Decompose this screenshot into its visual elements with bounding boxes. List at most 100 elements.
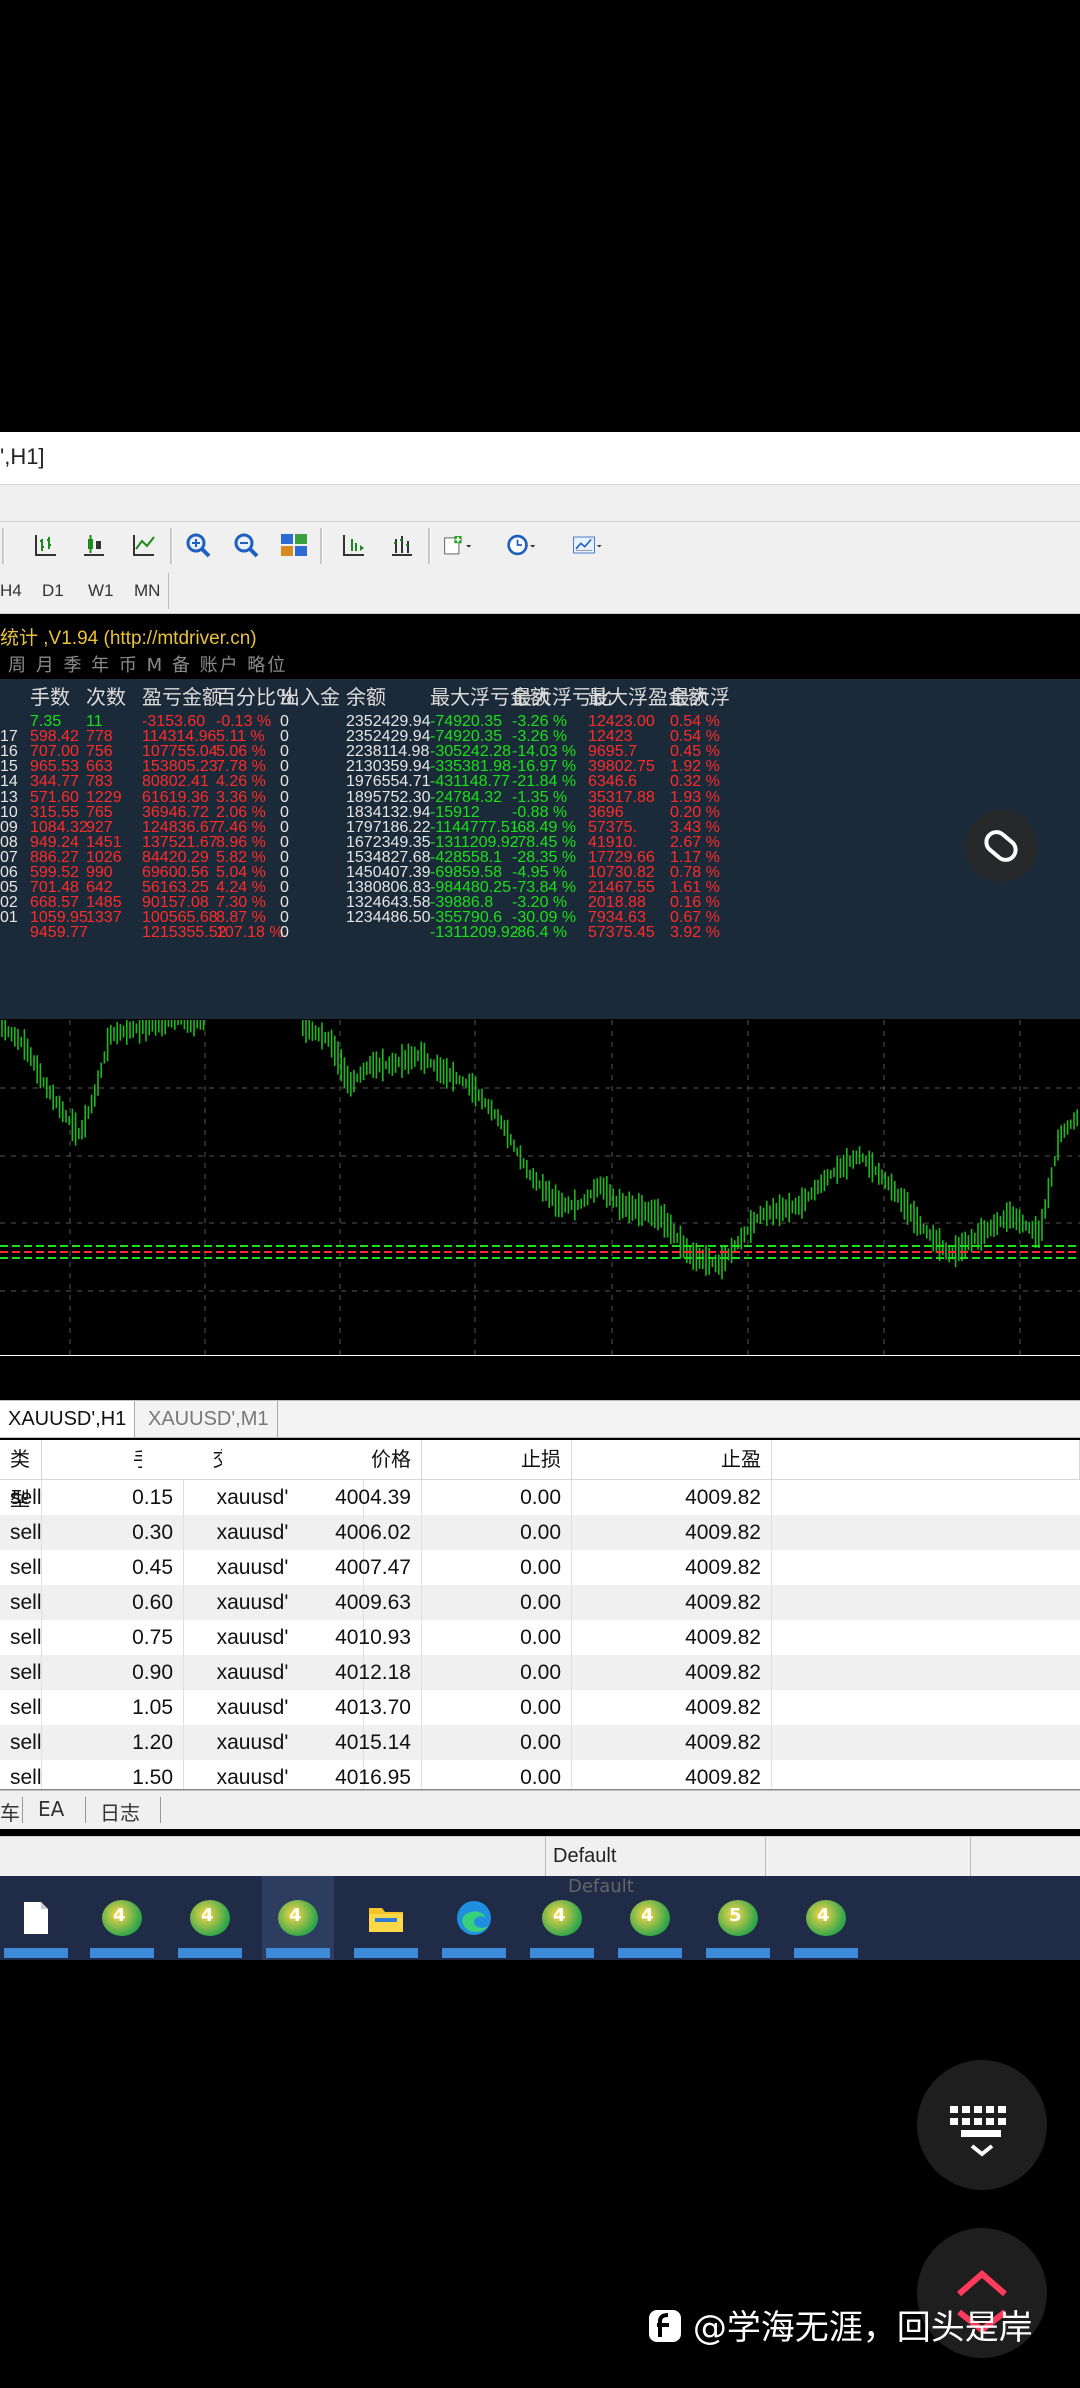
timeframe-separator — [168, 573, 169, 609]
taskbar-mt4-1[interactable]: 4 — [86, 1876, 158, 1960]
orders-header[interactable]: 止损 — [422, 1440, 572, 1480]
timeframe-w1[interactable]: W1 — [88, 581, 114, 601]
stats-cell: 57375.45 — [588, 924, 655, 942]
order-price: 4009.63 — [222, 1585, 422, 1620]
stats-cell: 1215355.52 — [142, 924, 227, 942]
timeframe-mn[interactable]: MN — [134, 581, 160, 601]
indicators-icon[interactable] — [442, 530, 474, 560]
taskbar-indicator — [90, 1948, 154, 1958]
taskbar-mt4-6[interactable]: 4 — [790, 1876, 862, 1960]
mt5-icon: 5 — [718, 1900, 758, 1936]
mt4-icon: 4 — [190, 1900, 230, 1936]
taskbar-explorer[interactable] — [350, 1876, 422, 1960]
toutiao-logo-icon — [649, 2310, 681, 2342]
stats-header: 出入金 — [280, 685, 340, 709]
tab-xauusd-m1[interactable]: XAUUSD',M1 — [140, 1401, 278, 1437]
stats-header: 最大浮 — [670, 685, 730, 709]
taskbar-indicator — [178, 1948, 242, 1958]
taskbar-mt5[interactable]: 5 — [702, 1876, 774, 1960]
order-type: sell — [0, 1760, 42, 1790]
toolbar-separator — [320, 528, 323, 564]
bar-chart-icon[interactable] — [30, 530, 62, 560]
floating-link-button[interactable] — [965, 810, 1037, 882]
order-take-profit: 4009.82 — [572, 1655, 772, 1690]
order-type: sell — [0, 1480, 42, 1515]
order-type: sell — [0, 1585, 42, 1620]
price-chart[interactable]: 统计 ,V1.94 (http://mtdriver.cn) 周 月 季 年 币… — [0, 615, 1080, 1372]
table-row[interactable]: sell 0.75 xauusd' 4010.93 0.00 4009.82 — [0, 1620, 1080, 1655]
stats-cell: 01 — [0, 909, 18, 927]
taskbar-file[interactable] — [0, 1876, 72, 1960]
order-stop-loss: 0.00 — [422, 1550, 572, 1585]
table-row[interactable]: sell 0.30 xauusd' 4006.02 0.00 4009.82 — [0, 1515, 1080, 1550]
folder-icon — [369, 1908, 403, 1932]
stats-cell: 3.92 % — [670, 924, 720, 942]
chart-toolbar — [0, 521, 1080, 571]
order-price: 4012.18 — [222, 1655, 422, 1690]
candlestick-icon[interactable] — [78, 530, 110, 560]
order-price: 4016.95 — [222, 1760, 422, 1790]
order-stop-loss: 0.00 — [422, 1480, 572, 1515]
mt4-icon: 4 — [542, 1900, 582, 1936]
orders-header[interactable]: 类型 — [0, 1440, 42, 1511]
table-row[interactable]: sell 1.20 xauusd' 4015.14 0.00 4009.82 — [0, 1725, 1080, 1760]
periodicity-icon[interactable] — [506, 530, 538, 560]
orders-header[interactable]: 价格 — [222, 1440, 422, 1480]
mt4-icon: 4 — [278, 1900, 318, 1936]
taskbar-indicator — [706, 1948, 770, 1958]
taskbar-mt4-2[interactable]: 4 — [174, 1876, 246, 1960]
autoscroll-icon[interactable] — [338, 530, 370, 560]
taskbar-indicator — [266, 1948, 330, 1958]
status-bar: Default — [0, 1836, 1080, 1877]
tab-trade[interactable]: 车 — [0, 1797, 20, 1826]
tab-journal[interactable]: 日志 — [100, 1797, 140, 1826]
table-row[interactable]: sell 0.90 xauusd' 4012.18 0.00 4009.82 — [0, 1655, 1080, 1690]
tab-xauusd-h1[interactable]: XAUUSD',H1 — [0, 1401, 136, 1437]
keyboard-button[interactable] — [917, 2060, 1047, 2190]
templates-icon[interactable] — [572, 530, 604, 560]
orders-header[interactable]: 止盈 — [572, 1440, 772, 1480]
stats-cell: -1311209.92 — [430, 924, 519, 942]
order-take-profit: 4009.82 — [572, 1480, 772, 1515]
status-cell — [970, 1837, 971, 1877]
orders-header-filler — [772, 1440, 1080, 1480]
tab-ea[interactable]: EA — [38, 1797, 64, 1821]
order-price: 4004.39 — [222, 1480, 422, 1515]
stats-cell: 107.18 % — [216, 924, 284, 942]
tab-separator — [22, 1797, 23, 1823]
order-take-profit: 4009.82 — [572, 1725, 772, 1760]
orders-table: 类型手数交易品种价格止损止盈sell0.15xauusd'4004.390.00… — [0, 1440, 1080, 1790]
x-axis-tick-label: 23 Jun 03:00 — [602, 1371, 700, 1372]
menu-strip — [0, 485, 1080, 521]
table-row[interactable]: sell 0.15 xauusd' 4004.39 0.00 4009.82 — [0, 1480, 1080, 1515]
zoom-out-icon[interactable] — [230, 530, 262, 560]
chart-shift-icon[interactable] — [386, 530, 418, 560]
order-take-profit: 4009.82 — [572, 1620, 772, 1655]
status-cell — [545, 1837, 546, 1877]
indicator-title: 统计 ,V1.94 (http://mtdriver.cn) — [0, 628, 257, 649]
timeframe-d1[interactable]: D1 — [42, 581, 64, 601]
watermark-text: @学海无涯，回头是岸 — [692, 2308, 1033, 2348]
zoom-in-icon[interactable] — [182, 530, 214, 560]
line-chart-icon[interactable] — [128, 530, 160, 560]
x-axis-tick-label: 10 Jun 14:00 — [58, 1371, 156, 1372]
order-stop-loss: 0.00 — [422, 1760, 572, 1790]
table-row[interactable]: sell 1.50 xauusd' 4016.95 0.00 4009.82 — [0, 1760, 1080, 1790]
taskbar-edge[interactable] — [438, 1876, 510, 1960]
table-row[interactable]: sell 1.05 xauusd' 4013.70 0.00 4009.82 — [0, 1690, 1080, 1725]
document-icon — [24, 1902, 48, 1934]
order-type: sell — [0, 1620, 42, 1655]
x-axis-tick-label: 18 Jun 20:00 — [467, 1371, 565, 1372]
toolbar-separator — [2, 528, 5, 564]
table-row[interactable]: sell 0.60 xauusd' 4009.63 0.00 4009.82 — [0, 1585, 1080, 1620]
stats-header: 次数 — [86, 685, 126, 709]
table-row[interactable]: sell 0.45 xauusd' 4007.47 0.00 4009.82 — [0, 1550, 1080, 1585]
order-price: 4006.02 — [222, 1515, 422, 1550]
taskbar-ghost-text: Default — [568, 1876, 634, 1897]
x-axis-tick-label: 12 Jun 16:00 — [195, 1371, 293, 1372]
timeframe-h4[interactable]: H4 — [0, 581, 22, 601]
order-type: sell — [0, 1690, 42, 1725]
taskbar-mt4-3[interactable]: 4 — [262, 1876, 334, 1960]
mt4-icon: 4 — [102, 1900, 142, 1936]
tile-windows-icon[interactable] — [278, 530, 310, 560]
